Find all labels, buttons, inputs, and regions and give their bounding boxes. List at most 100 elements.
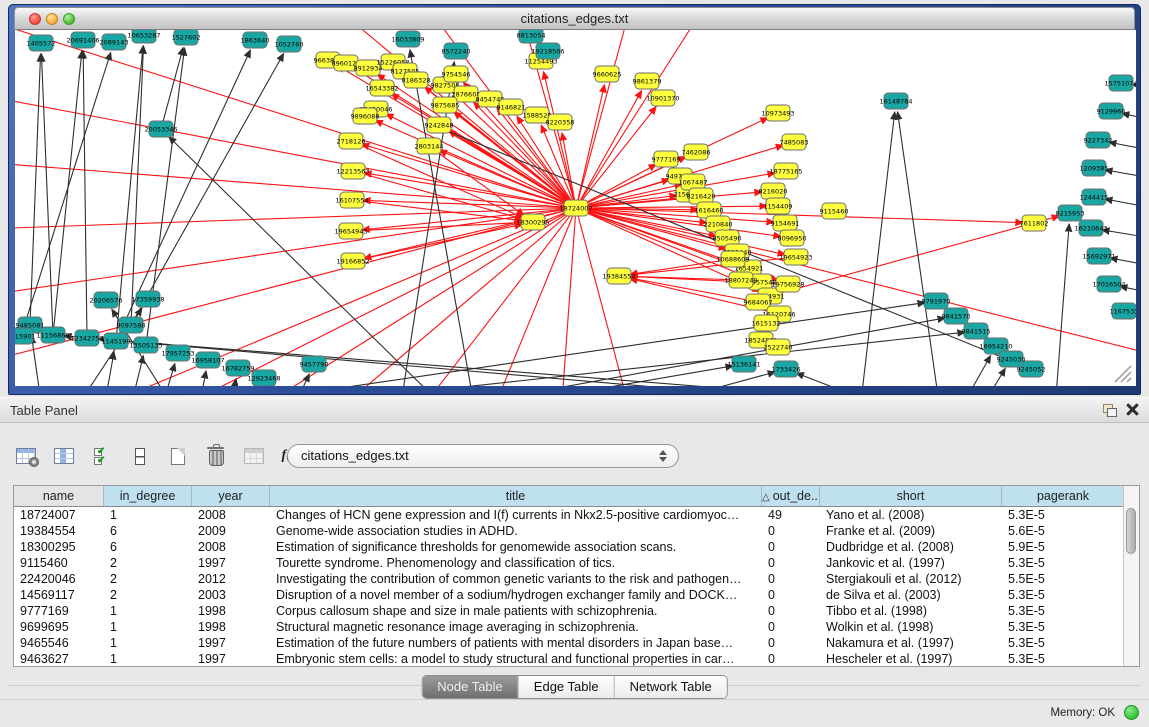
graph-node[interactable]: 19756928 (771, 276, 804, 292)
column-header-out_de[interactable]: △out_de... (762, 486, 820, 506)
graph-node[interactable]: 9115460 (820, 203, 849, 219)
network-window-titlebar[interactable]: citations_edges.txt (14, 7, 1135, 30)
graph-node[interactable]: 8572240 (442, 43, 471, 59)
graph-node[interactable]: 17957253 (161, 345, 194, 361)
network-canvas[interactable]: 1872400796638228960128891293415226058812… (15, 30, 1136, 386)
table-cell[interactable]: Estimation of the future numbers of pati… (270, 635, 762, 651)
table-cell[interactable]: 0 (762, 619, 820, 635)
table-cell[interactable]: Hescheler et al. (1997) (820, 651, 1002, 667)
graph-node[interactable]: 9245030 (997, 351, 1026, 367)
column-header-name[interactable]: name (14, 486, 104, 506)
table-cell[interactable]: 5.3E-5 (1002, 635, 1125, 651)
graph-node[interactable]: 9097588 (117, 317, 146, 333)
table-cell[interactable]: 9777169 (14, 603, 104, 619)
table-cell[interactable]: Yano et al. (2008) (820, 507, 1002, 523)
graph-node[interactable]: 2718126 (337, 133, 366, 149)
new-table-icon[interactable] (166, 444, 190, 468)
table-cell[interactable]: 5.6E-5 (1002, 523, 1125, 539)
table-selector-dropdown[interactable]: citations_edges.txt (287, 444, 679, 468)
graph-node[interactable]: 16033809 (391, 31, 424, 47)
table-cell[interactable]: de Silva et al. (2003) (820, 587, 1002, 603)
table-cell[interactable]: 5.3E-5 (1002, 651, 1125, 667)
table-cell[interactable]: 0 (762, 539, 820, 555)
table-cell[interactable]: Dudbridge et al. (2008) (820, 539, 1002, 555)
table-cell[interactable]: Corpus callosum shape and size in male p… (270, 603, 762, 619)
graph-node[interactable]: 18300295 (516, 214, 549, 230)
graph-node[interactable]: 12213563 (336, 163, 369, 179)
graph-node[interactable]: 8096950 (778, 230, 807, 246)
table-settings-icon[interactable] (14, 444, 38, 468)
table-cell[interactable]: 2008 (192, 507, 270, 523)
graph-node[interactable]: 16958107 (191, 352, 224, 368)
table-row[interactable]: 1456911722003Disruption of a novel membe… (14, 587, 1139, 603)
table-cell[interactable]: Franke et al. (2009) (820, 523, 1002, 539)
table-cell[interactable]: Estimation of significance thresholds fo… (270, 539, 762, 555)
table-cell[interactable]: 14569117 (14, 587, 104, 603)
table-cell[interactable]: 0 (762, 587, 820, 603)
table-row[interactable]: 946362711997Embryonic stem cells: a mode… (14, 651, 1139, 667)
vertical-scrollbar[interactable] (1123, 486, 1139, 666)
table-cell[interactable]: 2 (104, 571, 192, 587)
table-cell[interactable]: 2008 (192, 539, 270, 555)
scrollbar-thumb[interactable] (1126, 508, 1136, 554)
table-cell[interactable]: Genome-wide association studies in ADHD. (270, 523, 762, 539)
graph-node[interactable]: 9227342 (1084, 132, 1113, 148)
graph-node[interactable]: 8216020 (759, 183, 788, 199)
table-cell[interactable]: Wolkin et al. (1998) (820, 619, 1002, 635)
graph-node[interactable]: 13505135 (129, 337, 162, 353)
tab-edge-table[interactable]: Edge Table (519, 676, 615, 698)
graph-node[interactable]: 8813054 (517, 30, 546, 43)
column-header-in_degree[interactable]: in_degree (104, 486, 192, 506)
table-row[interactable]: 1872400712008Changes of HCN gene express… (14, 507, 1139, 523)
graph-node[interactable]: 8220358 (546, 114, 575, 130)
graph-node[interactable]: 20053346 (144, 121, 177, 137)
select-rows-icon[interactable]: ✔✔ (90, 444, 114, 468)
graph-node[interactable]: 18775165 (769, 163, 802, 179)
tab-network-table[interactable]: Network Table (615, 676, 727, 698)
table-cell[interactable]: 2 (104, 555, 192, 571)
graph-node[interactable]: 2803144 (415, 138, 444, 154)
graph-node[interactable]: 12342757 (70, 330, 103, 346)
table-row[interactable]: 2242004622012Investigating the contribut… (14, 571, 1139, 587)
graph-node[interactable]: 1154409 (764, 198, 793, 214)
table-cell[interactable]: Investigating the contribution of common… (270, 571, 762, 587)
graph-node[interactable]: 18807249 (724, 272, 757, 288)
table-cell[interactable]: Nakamura et al. (1997) (820, 635, 1002, 651)
table-cell[interactable]: 1 (104, 651, 192, 667)
graph-node[interactable]: 19166852 (336, 253, 369, 269)
table-cell[interactable]: 2 (104, 587, 192, 603)
table-row[interactable]: 1938455462009Genome-wide association stu… (14, 523, 1139, 539)
memory-status-indicator[interactable] (1124, 705, 1139, 720)
column-header-year[interactable]: year (192, 486, 270, 506)
table-cell[interactable]: 6 (104, 539, 192, 555)
graph-node[interactable]: 3915901 (15, 328, 35, 344)
graph-node[interactable]: 19218506 (531, 43, 564, 59)
table-cell[interactable]: Tourette syndrome. Phenomenology and cla… (270, 555, 762, 571)
graph-node[interactable]: 15751074 (1104, 75, 1136, 91)
graph-node[interactable]: 1244415 (1080, 189, 1109, 205)
table-cell[interactable]: Jankovic et al. (1997) (820, 555, 1002, 571)
table-cell[interactable]: 5.5E-5 (1002, 571, 1125, 587)
graph-node[interactable]: 16107554 (335, 192, 368, 208)
graph-node[interactable]: 9896088 (351, 108, 380, 124)
graph-node[interactable]: 9841570 (942, 308, 971, 324)
graph-node[interactable]: 7485083 (780, 134, 809, 150)
graph-node[interactable]: 19384554 (602, 268, 635, 284)
graph-node[interactable]: 9841515 (962, 323, 991, 339)
graph-node[interactable]: 2089143 (100, 34, 129, 50)
table-cell[interactable]: 22420046 (14, 571, 104, 587)
graph-node[interactable]: 1615132 (752, 315, 781, 331)
graph-node[interactable]: 8186328 (402, 72, 431, 88)
table-row[interactable]: 946554611997Estimation of the future num… (14, 635, 1139, 651)
graph-node[interactable]: 1527602 (172, 30, 201, 45)
table-cell[interactable]: Changes of HCN gene expression and I(f) … (270, 507, 762, 523)
table-cell[interactable]: 5.3E-5 (1002, 619, 1125, 635)
table-cell[interactable]: Disruption of a novel member of a sodium… (270, 587, 762, 603)
graph-node[interactable]: 19654943 (334, 223, 367, 239)
graph-node[interactable]: 15136141 (727, 356, 760, 372)
table-cell[interactable]: 0 (762, 651, 820, 667)
graph-node[interactable]: 8215953 (1056, 205, 1085, 221)
table-cell[interactable]: 49 (762, 507, 820, 523)
graph-node[interactable]: 18724007 (559, 200, 592, 216)
table-cell[interactable]: 9699695 (14, 619, 104, 635)
